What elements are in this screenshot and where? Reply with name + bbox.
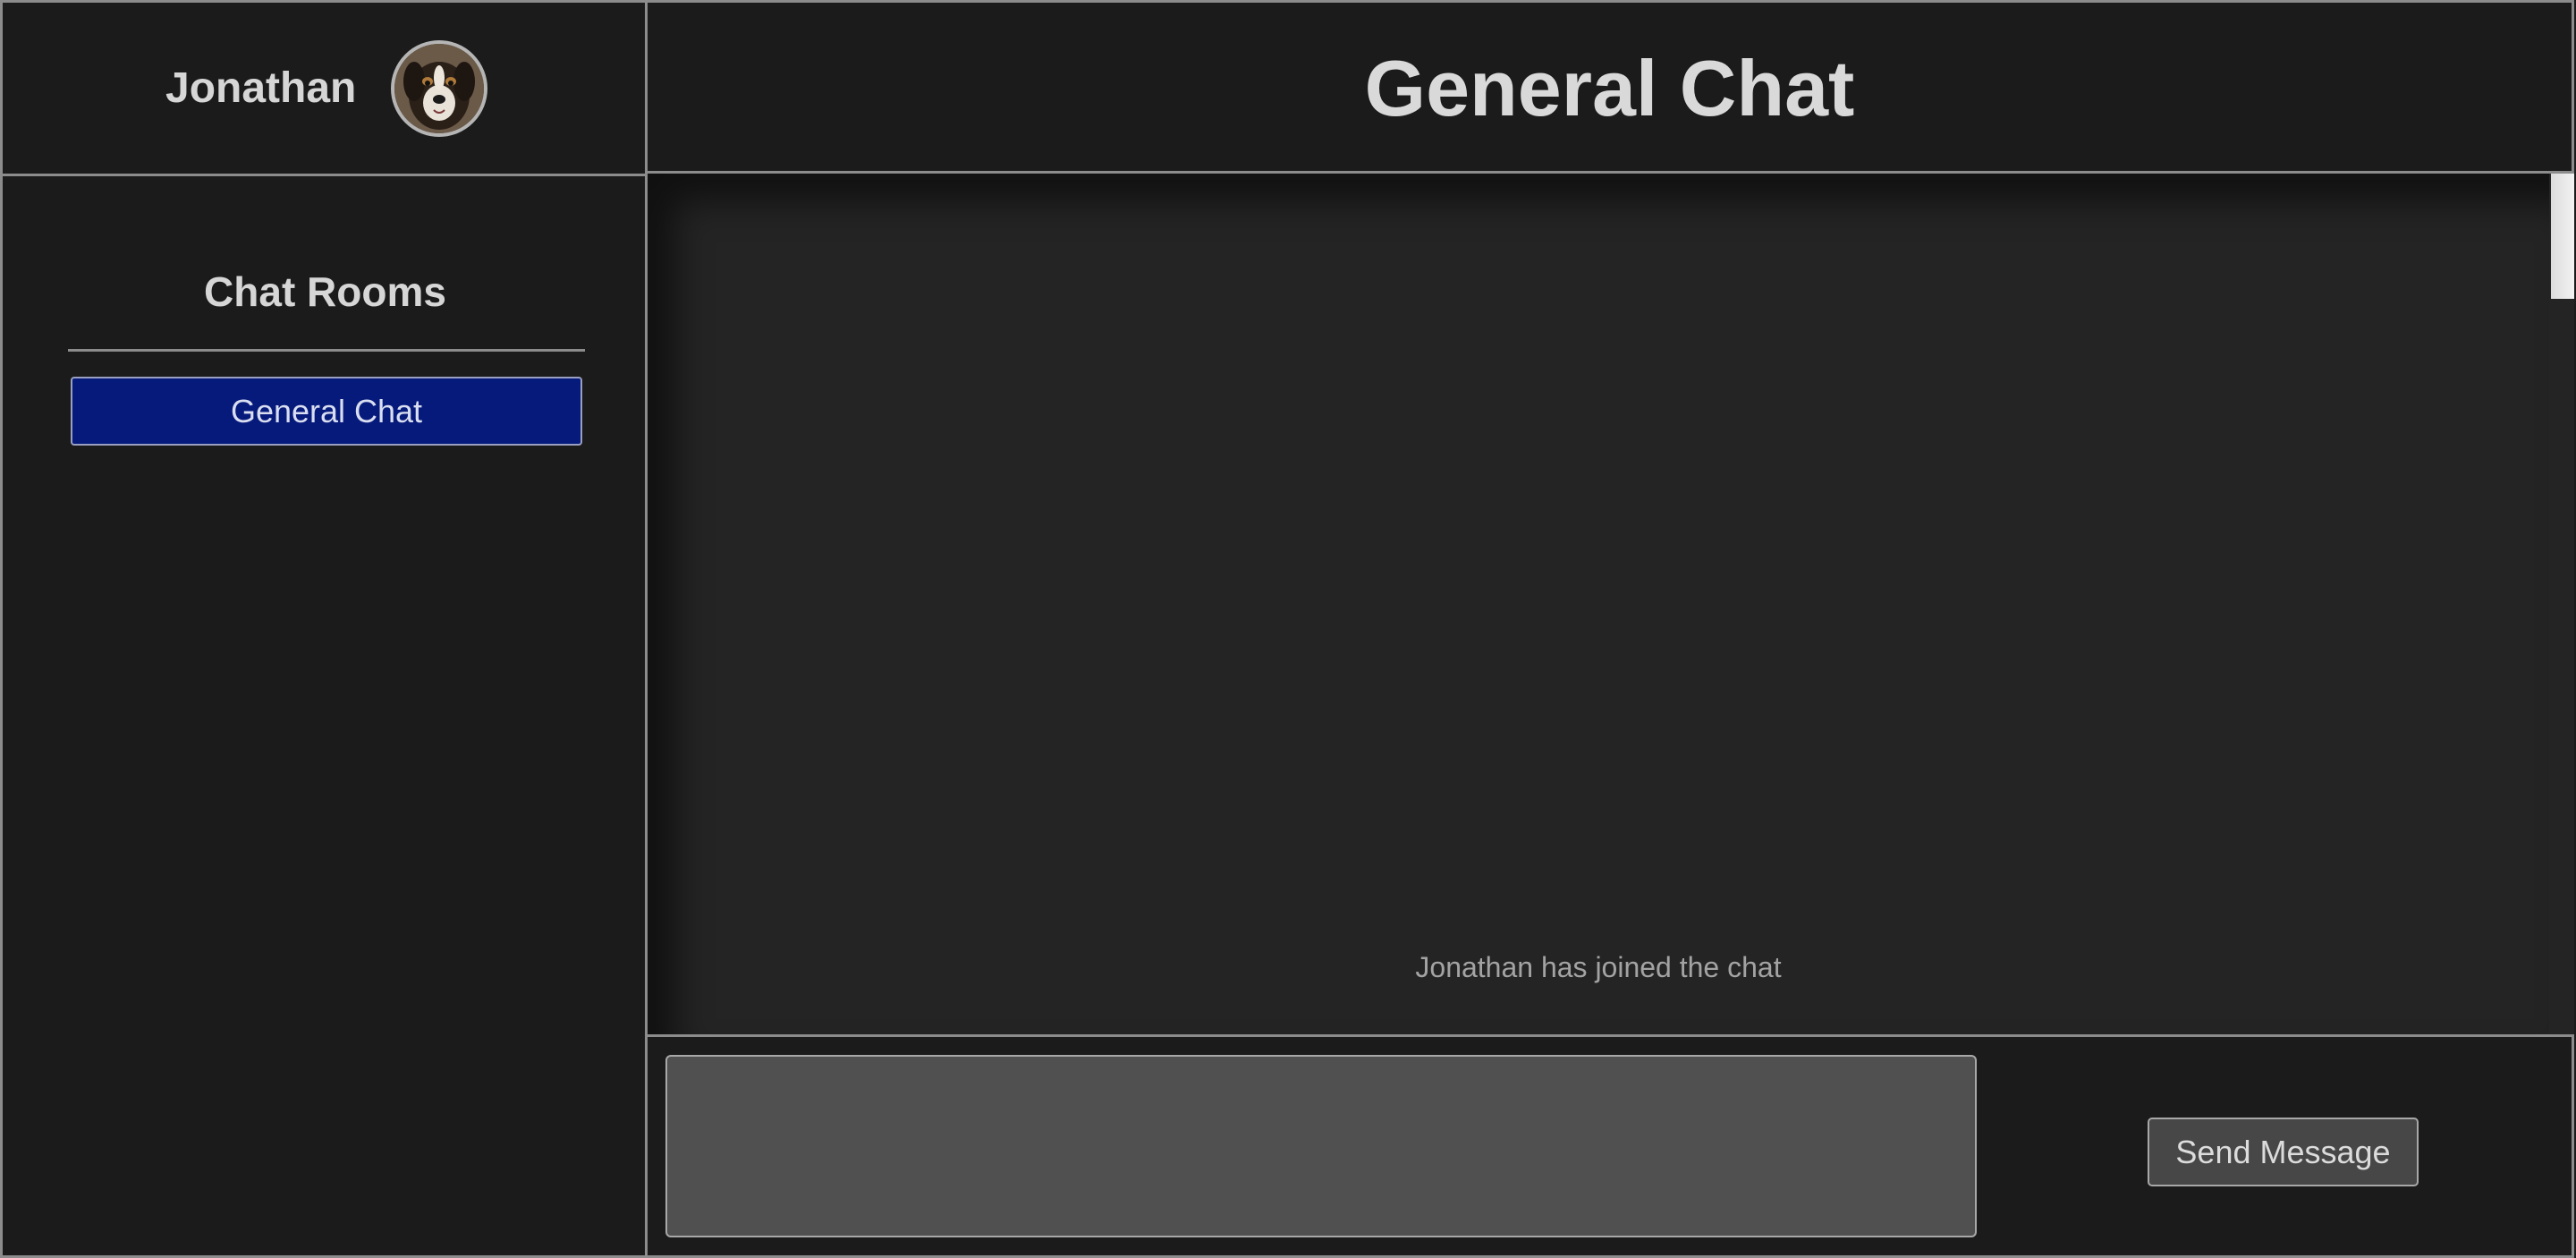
send-message-button[interactable]: Send Message (2148, 1118, 2419, 1186)
dog-avatar-icon (394, 44, 484, 133)
divider (68, 349, 585, 352)
room-item-label: General Chat (230, 392, 423, 429)
message-list[interactable]: Jonathan has joined the chat (648, 174, 2549, 1034)
chat-header: General Chat (648, 0, 2574, 174)
sidebar: Jonathan Chat Rooms General Chat (0, 0, 648, 1258)
room-item-general-chat[interactable]: General Chat (71, 377, 582, 446)
chat-app: Jonathan Chat Rooms General Chat General… (0, 0, 2576, 1258)
message-input[interactable] (665, 1055, 1977, 1237)
avatar[interactable] (391, 40, 487, 137)
page-title: General Chat (1364, 44, 1855, 132)
scrollbar-thumb[interactable] (2551, 174, 2574, 299)
chat-rooms-title: Chat Rooms (204, 268, 446, 315)
user-name: Jonathan (165, 64, 357, 112)
system-message: Jonathan has joined the chat (1415, 951, 1782, 983)
scrollbar[interactable] (2549, 174, 2574, 1034)
user-header: Jonathan (3, 3, 648, 176)
message-composer: Send Message (648, 1034, 2574, 1258)
